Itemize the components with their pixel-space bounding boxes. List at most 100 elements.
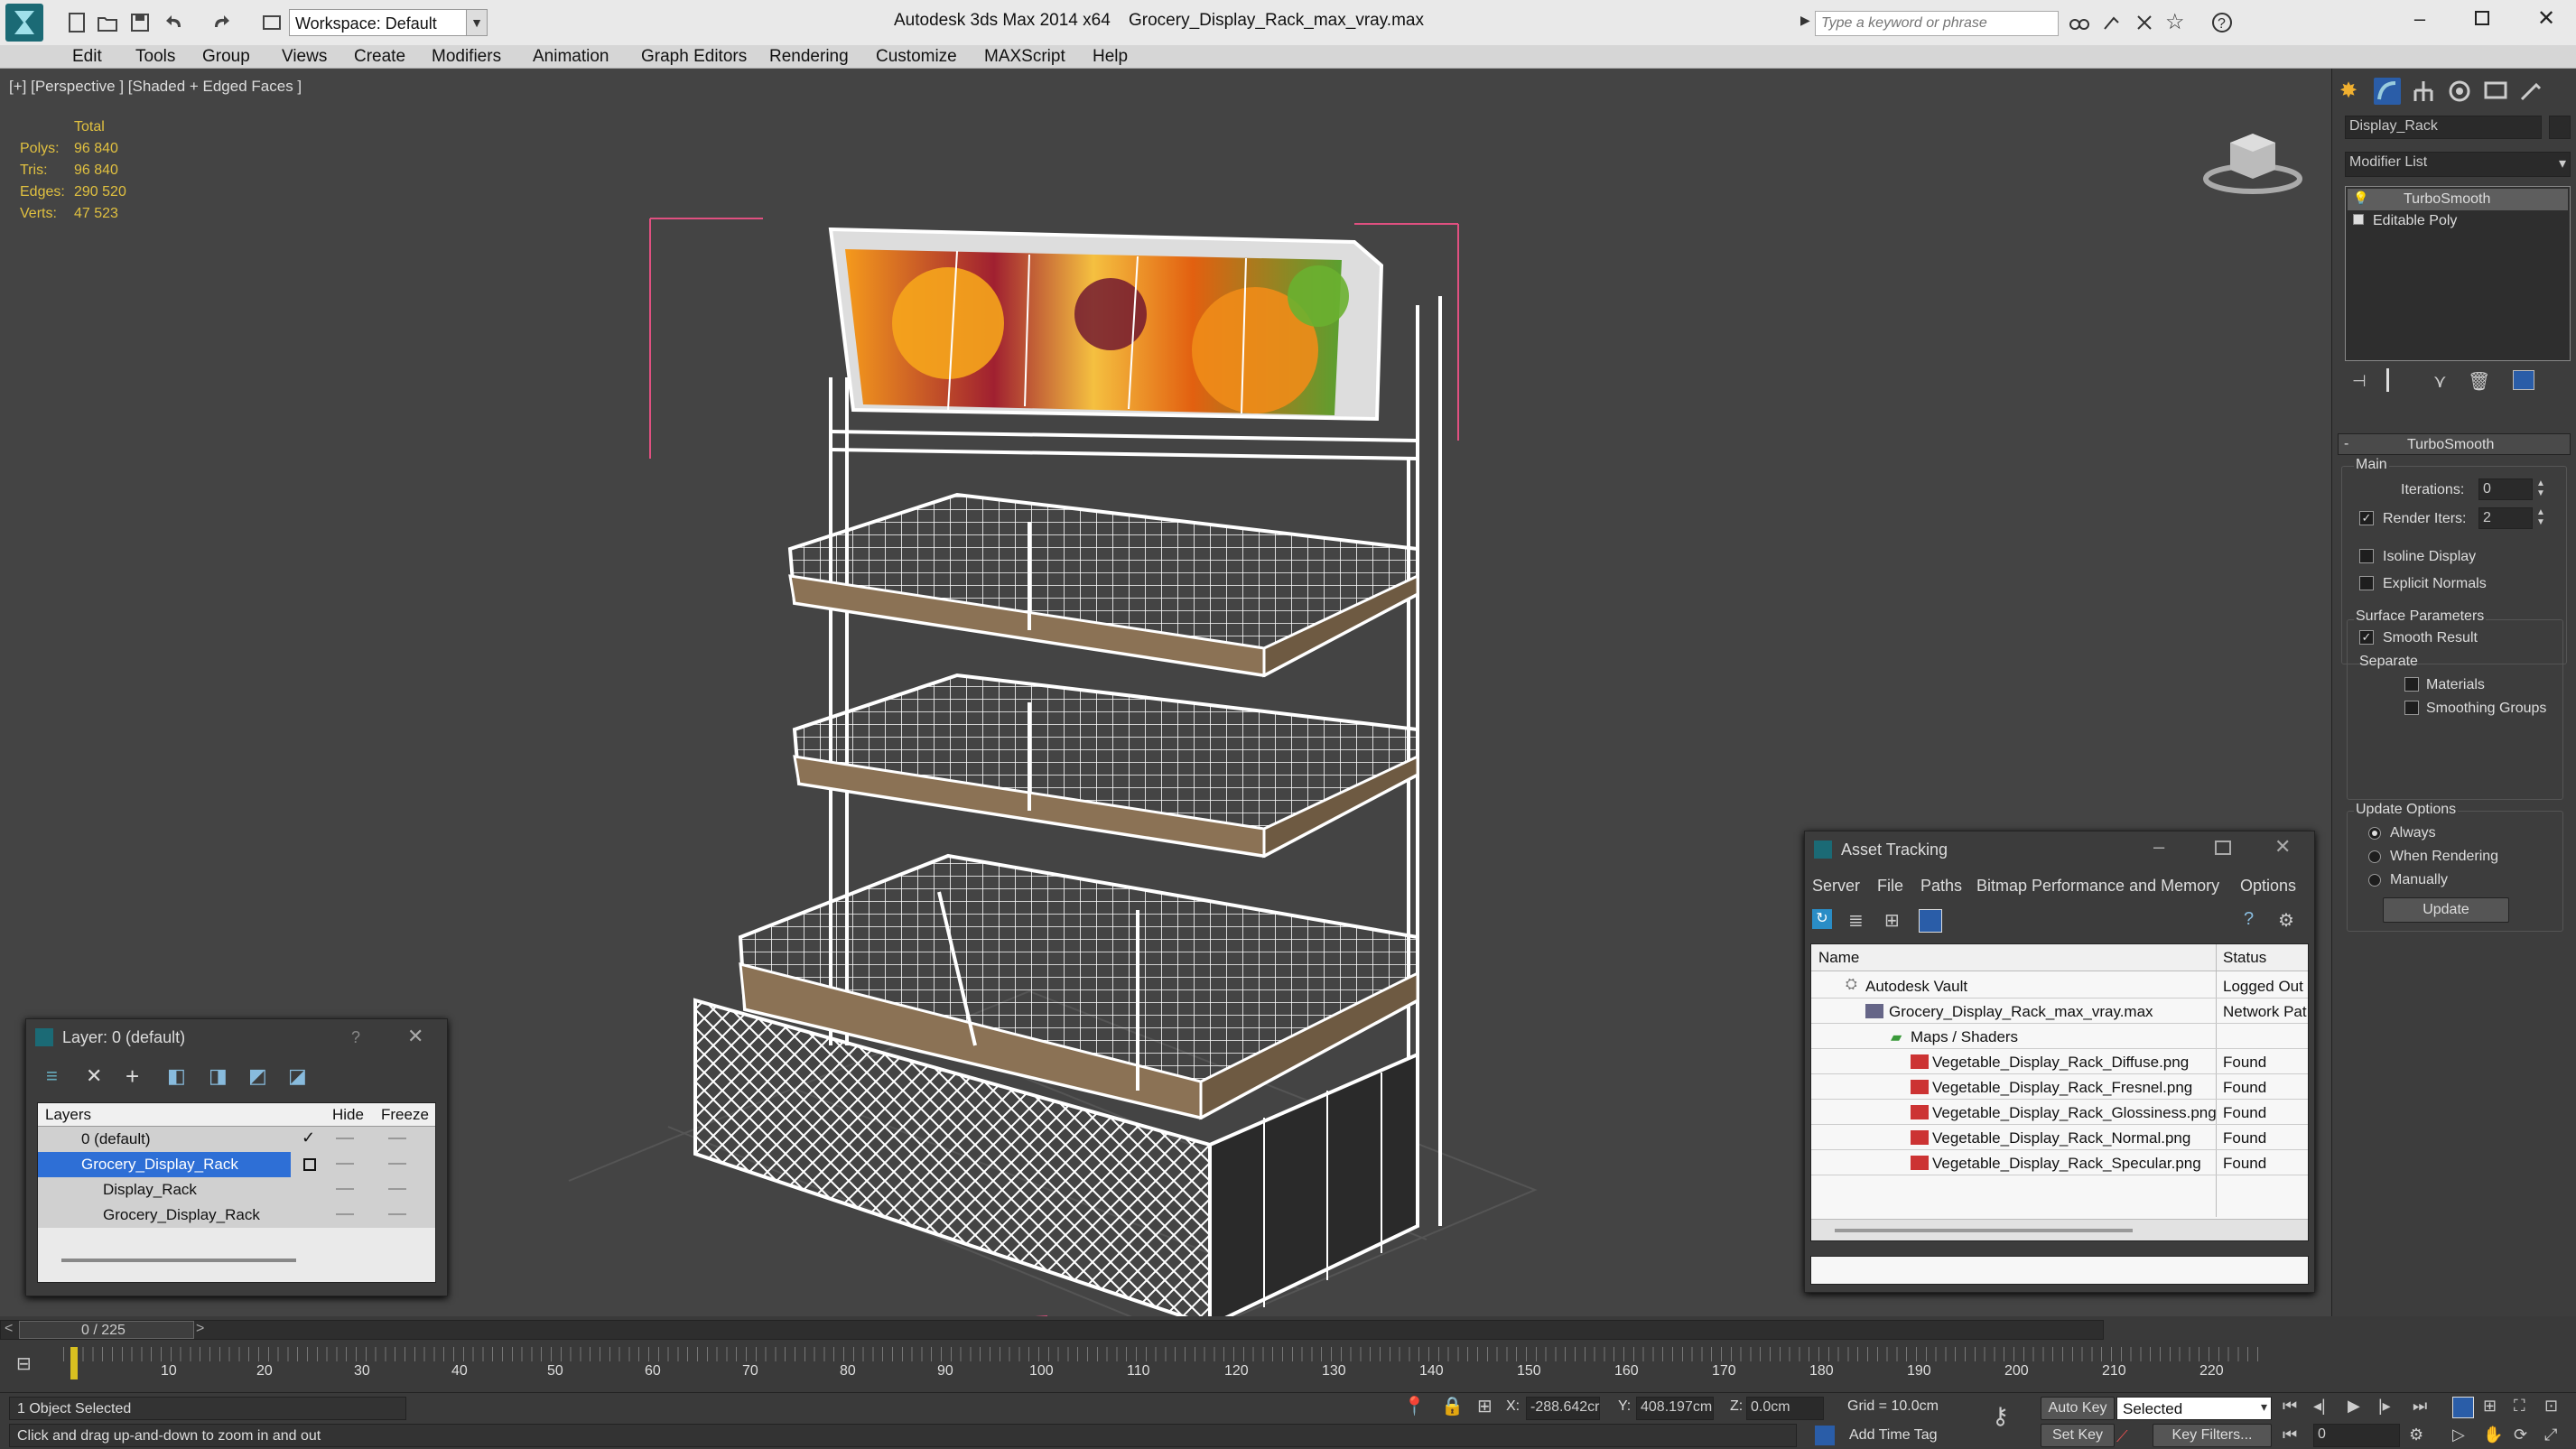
key-icon[interactable]: ⚷ [1992, 1402, 2009, 1430]
asset-menu-paths[interactable]: Paths [1920, 877, 1962, 896]
iterations-field[interactable]: 0 [2478, 478, 2533, 500]
menu-create[interactable]: Create [354, 47, 405, 67]
freeze-toggle[interactable] [388, 1138, 406, 1139]
stack-item-editable-poly[interactable]: Editable Poly [2348, 210, 2568, 232]
menu-modifiers[interactable]: Modifiers [432, 47, 501, 67]
menu-tools[interactable]: Tools [135, 47, 175, 67]
hide-toggle[interactable] [336, 1163, 354, 1165]
asset-row[interactable]: Grocery_Display_Rack_max_vray.max Networ… [1811, 999, 2308, 1024]
project-folder-icon[interactable] [260, 11, 284, 34]
remove-modifier-icon[interactable]: 🗑 [2468, 370, 2490, 393]
selection-set-dropdown[interactable]: Selected ▾ [2116, 1397, 2272, 1420]
show-end-result-icon[interactable] [2386, 368, 2404, 392]
lock-icon[interactable]: 🔒 [1441, 1395, 1464, 1417]
next-frame-icon[interactable]: |▸ [2378, 1397, 2391, 1416]
key-mode-toggle-icon[interactable]: ⏮ [2283, 1426, 2297, 1444]
hide-toggle[interactable] [336, 1188, 354, 1190]
tree-view-icon[interactable]: ⊞ [1884, 909, 1900, 932]
layer-row[interactable]: 0 (default) ✓ [38, 1127, 435, 1152]
slider-next-arrow[interactable]: > [196, 1321, 204, 1337]
help-icon[interactable]: ? [351, 1028, 360, 1047]
hierarchy-tab-icon[interactable] [2410, 78, 2437, 105]
settings-icon[interactable]: ⚙ [2278, 909, 2294, 932]
menu-help[interactable]: Help [1093, 47, 1128, 67]
layer-row[interactable]: Display_Rack [38, 1177, 435, 1203]
viewcube-icon[interactable] [2194, 116, 2311, 206]
update-button[interactable]: Update [2383, 897, 2509, 923]
workspace-arrow-button[interactable]: ▼ [466, 9, 488, 36]
object-color-swatch[interactable] [2549, 116, 2571, 139]
menu-rendering[interactable]: Rendering [769, 47, 849, 67]
hide-all-icon[interactable]: ◪ [288, 1064, 307, 1088]
iterations-spinner[interactable]: ▲ ▼ [2536, 478, 2551, 500]
lightbulb-icon[interactable]: 💡 [2353, 190, 2368, 206]
asset-row[interactable]: Vegetable_Display_Rack_Glossiness.png Fo… [1811, 1100, 2308, 1125]
zoom-all-icon[interactable]: ⊞ [2483, 1397, 2497, 1416]
always-radio[interactable] [2368, 827, 2381, 840]
select-layer-icon[interactable]: ◨ [209, 1064, 228, 1088]
asset-row[interactable]: Vegetable_Display_Rack_Diffuse.png Found [1811, 1049, 2308, 1074]
menu-animation[interactable]: Animation [533, 47, 609, 67]
slider-prev-arrow[interactable]: < [5, 1321, 13, 1337]
viewport-label[interactable]: [+] [Perspective ] [Shaded + Edged Faces… [9, 78, 302, 96]
column-divider[interactable] [2216, 944, 2217, 971]
layer-row[interactable]: Grocery_Display_Rack [38, 1152, 435, 1177]
time-slider[interactable]: < 0 / 225 > [0, 1320, 2104, 1340]
modify-tab-icon[interactable] [2374, 78, 2401, 105]
freeze-toggle[interactable] [388, 1188, 406, 1190]
app-logo-icon[interactable] [5, 4, 43, 42]
col-status[interactable]: Status [2223, 949, 2266, 967]
communication-icon[interactable] [2133, 11, 2156, 34]
subscription-icon[interactable] [2100, 11, 2124, 34]
asset-row[interactable]: Vegetable_Display_Rack_Specular.png Foun… [1811, 1150, 2308, 1175]
hide-toggle[interactable] [336, 1213, 354, 1215]
zoom-extents-icon[interactable]: ⛶ [2514, 1397, 2525, 1416]
rollout-header[interactable]: - TurboSmooth [2338, 433, 2571, 455]
minimize-button[interactable]: – [2153, 835, 2164, 859]
modifier-list-dropdown[interactable]: Modifier List ▾ [2345, 152, 2571, 177]
horizontal-scrollbar[interactable] [61, 1259, 296, 1262]
expand-icon[interactable] [2353, 214, 2364, 225]
maximize-button[interactable] [2215, 841, 2231, 855]
configure-sets-icon[interactable] [2513, 370, 2534, 390]
hide-toggle[interactable] [336, 1138, 354, 1139]
menu-edit[interactable]: Edit [72, 47, 102, 67]
freeze-toggle[interactable] [388, 1213, 406, 1215]
menu-customize[interactable]: Customize [876, 47, 957, 67]
search-arrow-icon[interactable]: ▶ [1800, 13, 1813, 34]
horizontal-scrollbar[interactable] [1811, 1219, 2308, 1240]
asset-menu-bitmap[interactable]: Bitmap Performance and Memory [1976, 877, 2219, 896]
favorites-star-icon[interactable]: ☆ [2165, 11, 2189, 34]
col-name[interactable]: Name [1818, 949, 1859, 967]
binoculars-icon[interactable] [2068, 11, 2091, 34]
zoom-extents-all-icon[interactable]: ⊡ [2544, 1397, 2558, 1416]
auto-key-button[interactable]: Auto Key [2041, 1397, 2115, 1420]
smoothing-groups-checkbox[interactable] [2404, 701, 2419, 715]
col-freeze[interactable]: Freeze [381, 1106, 429, 1124]
time-config-icon[interactable]: ⚙ [2409, 1426, 2423, 1444]
object-name-field[interactable]: Display_Rack [2345, 116, 2542, 139]
menu-graph-editors[interactable]: Graph Editors [641, 47, 747, 67]
make-unique-icon[interactable]: ⋎ [2433, 370, 2447, 393]
close-icon[interactable]: ✕ [2274, 835, 2291, 859]
key-mode-icon[interactable]: ⟋ [2116, 1427, 2128, 1446]
freeze-toggle[interactable] [388, 1163, 406, 1165]
smooth-result-checkbox[interactable]: ✓ [2359, 630, 2374, 645]
refresh-icon[interactable]: ↻ [1812, 909, 1832, 929]
pan-icon[interactable]: ✋ [2483, 1426, 2503, 1444]
new-layer-icon[interactable]: + [126, 1063, 139, 1091]
delete-layer-icon[interactable]: ✕ [86, 1064, 102, 1088]
create-tab-icon[interactable]: ✸ [2339, 78, 2367, 105]
menu-views[interactable]: Views [282, 47, 327, 67]
col-layers[interactable]: Layers [45, 1106, 91, 1124]
grocery-rack-model[interactable] [560, 143, 1553, 1352]
x-coordinate-field[interactable]: -288.642cr [1526, 1397, 1600, 1420]
layer-row[interactable]: Grocery_Display_Rack [38, 1203, 435, 1228]
isolate-selection-icon[interactable]: 📍 [1403, 1395, 1426, 1417]
add-time-tag[interactable]: Add Time Tag [1849, 1427, 1938, 1444]
undo-icon[interactable] [163, 11, 186, 34]
maximize-viewport-icon[interactable]: ⤢ [2544, 1426, 2557, 1444]
display-tab-icon[interactable] [2482, 78, 2509, 105]
go-to-end-icon[interactable]: ⏭ [2413, 1397, 2427, 1416]
open-file-icon[interactable] [96, 11, 119, 34]
